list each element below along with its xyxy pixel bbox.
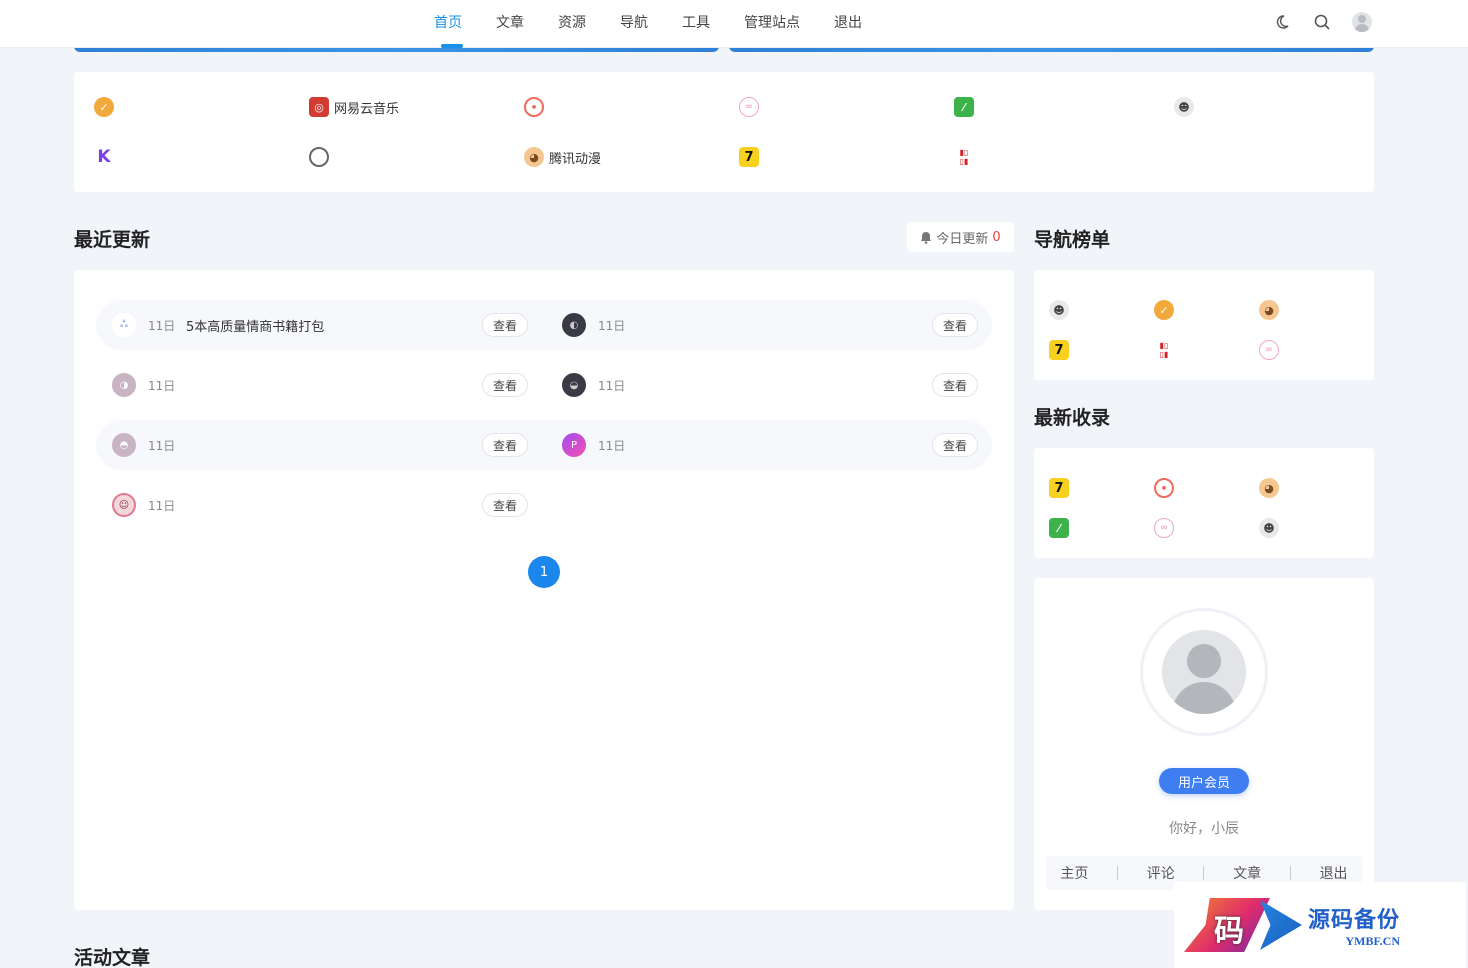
verified-badge-icon[interactable]: ✓ [1153,299,1175,321]
link-item[interactable]: ◎ 网易云音乐 [309,96,399,118]
seven-cat-icon[interactable]: 7 [1048,339,1070,361]
nav-navigation[interactable]: 导航 [606,0,668,48]
monkey-icon[interactable]: ◕ [1258,299,1280,321]
articles-title: 活动文章 [74,947,151,968]
ninja-icon[interactable]: ☻ [1258,517,1280,539]
pagination-page-1[interactable]: 1 [528,556,560,588]
divider [1289,866,1291,880]
user-avatar[interactable] [1352,12,1372,32]
target-icon[interactable]: • [1153,477,1175,499]
photo-avatar-icon: ◐ [562,313,586,337]
pig-icon: ∞ [739,97,759,117]
profile-link-logout[interactable]: 退出 [1320,863,1348,883]
profile-link-comments[interactable]: 评论 [1147,863,1175,883]
profile-avatar[interactable] [1140,608,1268,736]
list-item[interactable]: ◒ 11日 [562,360,636,410]
today-updates-badge[interactable]: 今日更新 0 [907,222,1014,252]
recent-updates-title: 最近更新 [74,229,151,251]
link-item[interactable]: ∞ [739,96,764,118]
watermark-emblem-icon: 码 [1184,890,1304,960]
greeting-text: 你好，小辰 [1169,821,1239,837]
main-nav: 首页 文章 资源 导航 工具 管理站点 退出 [420,0,882,48]
profile-link-articles[interactable]: 文章 [1233,863,1261,883]
latest-card: 7 • ◕ ⁄ ∞ ☻ [1034,448,1374,558]
list-item[interactable]: P 11日 [562,420,636,470]
cloud-icon: ஃ [112,313,136,337]
list-item[interactable]: ஃ 11日 5本高质量情商书籍打包 [112,300,324,350]
latest-title: 最新收录 [1034,407,1111,429]
member-button[interactable]: 用户会员 [1159,768,1249,794]
verified-badge-icon: ✓ [94,97,114,117]
top-header: 首页 文章 资源 导航 工具 管理站点 退出 [0,0,1468,48]
k-logo-icon: K [94,147,114,167]
view-button[interactable]: 查看 [932,373,978,397]
list-item[interactable]: ◑ 11日 [112,360,186,410]
q-logo-icon [309,147,329,167]
ranking-title: 导航榜单 [1034,229,1111,251]
nav-logout[interactable]: 退出 [820,0,882,48]
list-item[interactable]: ◓ 11日 [112,420,186,470]
link-item[interactable]: • [524,96,549,118]
link-item[interactable] [309,146,334,168]
header-tools [1272,12,1372,32]
divider [1203,866,1205,880]
recent-updates-card: ஃ 11日 5本高质量情商书籍打包 查看 ◐ 11日 查看 ◑ 11日 查看 ◒… [74,270,1014,910]
nav-articles[interactable]: 文章 [482,0,544,48]
list-item[interactable]: ◐ 11日 [562,300,636,350]
list-item[interactable]: ☺ 11日 [112,480,186,530]
green-leaf-icon[interactable]: ⁄ [1048,517,1070,539]
seven-cat-icon[interactable]: 7 [1048,477,1070,499]
xiaodao-icon[interactable]: ▮▯ ▯▮ [1153,339,1175,361]
view-button[interactable]: 查看 [932,313,978,337]
link-item[interactable]: ⁄ [954,96,979,118]
photo-avatar-icon: ◑ [112,373,136,397]
nav-resources[interactable]: 资源 [544,0,606,48]
picsart-icon: P [562,433,586,457]
friend-links-card: ✓ ◎ 网易云音乐 • ∞ ⁄ ☻ K ◕ 腾讯动漫 7 ▮▯ ▯▮ [74,72,1374,192]
moon-icon[interactable] [1272,12,1292,32]
view-button[interactable]: 查看 [932,433,978,457]
netease-music-icon: ◎ [309,97,329,117]
seven-cat-icon: 7 [739,147,759,167]
divider [1117,866,1119,880]
photo-avatar-icon: ◓ [112,433,136,457]
green-leaf-icon: ⁄ [954,97,974,117]
update-row-bg [96,420,992,470]
profile-link-home[interactable]: 主页 [1060,863,1088,883]
nav-home[interactable]: 首页 [420,0,482,48]
link-item[interactable]: ☻ [1174,96,1199,118]
link-item[interactable]: ◕ 腾讯动漫 [524,146,601,168]
ninja-icon: ☻ [1174,97,1194,117]
photo-avatar-icon: ◒ [562,373,586,397]
xiaodao-icon: ▮▯ ▯▮ [954,147,974,167]
pig-icon[interactable]: ∞ [1153,517,1175,539]
ranking-card: ☻ ✓ ◕ 7 ▮▯ ▯▮ ∞ [1034,270,1374,380]
view-button[interactable]: 查看 [482,373,528,397]
watermark-cn: 源码备份 [1308,906,1401,933]
view-button[interactable]: 查看 [482,493,528,517]
link-item[interactable]: ▮▯ ▯▮ [954,146,979,168]
target-icon: • [524,97,544,117]
pig-icon[interactable]: ∞ [1258,339,1280,361]
nav-tools[interactable]: 工具 [668,0,730,48]
watermark-en: YMBF.CN [1345,933,1401,948]
link-item[interactable]: K [94,146,119,168]
link-item[interactable]: 7 [739,146,764,168]
bell-icon [921,231,932,244]
default-avatar-icon [1162,630,1246,714]
watermark-logo: 码 源码备份 YMBF.CN [1174,882,1466,968]
monkey-icon: ◕ [524,147,544,167]
search-icon[interactable] [1312,12,1332,32]
monkey-icon[interactable]: ◕ [1258,477,1280,499]
view-button[interactable]: 查看 [482,313,528,337]
view-button[interactable]: 查看 [482,433,528,457]
anime-avatar-icon: ☺ [112,493,136,517]
ninja-icon[interactable]: ☻ [1048,299,1070,321]
profile-card: 用户会员 你好，小辰 主页 评论 文章 退出 [1034,578,1374,910]
nav-admin[interactable]: 管理站点 [730,0,820,48]
link-item[interactable]: ✓ [94,96,119,118]
